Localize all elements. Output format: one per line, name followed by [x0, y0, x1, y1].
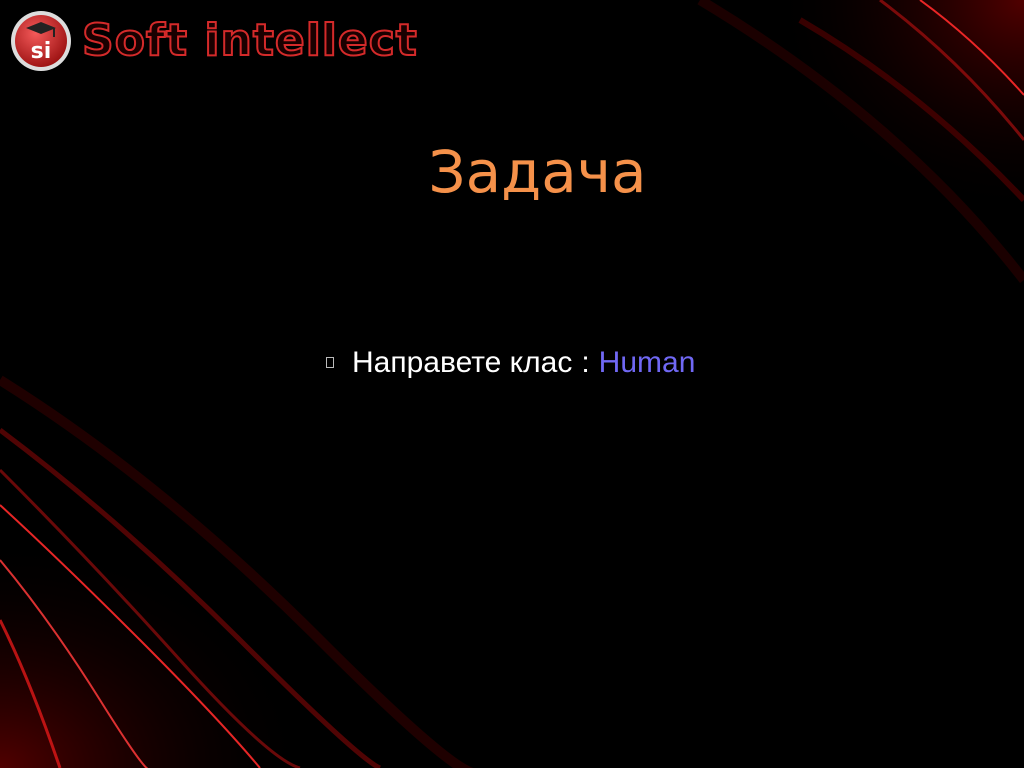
logo-name: Soft intellect	[81, 15, 418, 66]
logo-badge-icon: si	[11, 11, 71, 71]
slide-title: Задача	[428, 138, 647, 206]
bullet-item: Направете клас : Human	[326, 346, 695, 380]
brand-logo: si Soft intellect	[10, 10, 418, 72]
slide: si Soft intellect Задача Направете клас …	[0, 0, 1024, 768]
red-light-streaks-background	[0, 0, 1024, 768]
bullet-highlight-class-name: Human	[598, 346, 696, 379]
bullet-separator: :	[581, 346, 590, 379]
bullet-text: Направете клас	[352, 346, 573, 379]
bullet-marker-icon	[326, 357, 334, 368]
logo-initials: si	[31, 39, 52, 64]
